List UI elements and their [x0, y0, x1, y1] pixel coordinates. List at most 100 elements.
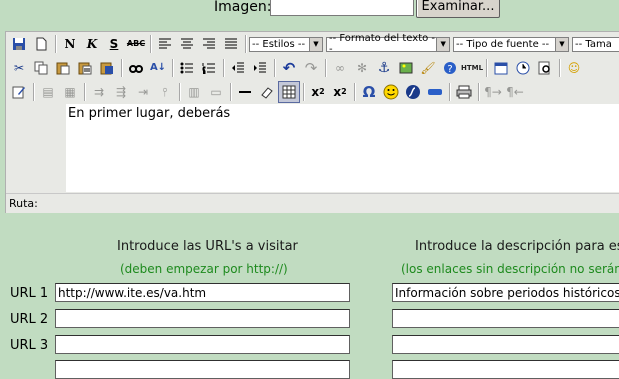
- insert-date-icon[interactable]: [491, 58, 511, 78]
- toolbar-separator: [325, 59, 326, 77]
- insert-col-icon[interactable]: ⫯: [155, 82, 175, 102]
- italic-icon[interactable]: K: [82, 34, 102, 54]
- toolbar-separator: [150, 35, 151, 53]
- copy-icon[interactable]: [31, 58, 51, 78]
- paste-word-icon[interactable]: [97, 58, 117, 78]
- indent-icon[interactable]: [250, 58, 270, 78]
- toolbar-separator: [172, 59, 173, 77]
- print-icon[interactable]: [454, 82, 474, 102]
- url-2-label: URL 2: [10, 312, 49, 327]
- ltr-icon[interactable]: ¶→: [483, 82, 503, 102]
- paste-text-icon[interactable]: [75, 58, 95, 78]
- toolbar-separator: [121, 59, 122, 77]
- editor-path-bar: Ruta:: [6, 193, 619, 212]
- visual-aid-table-icon[interactable]: [278, 81, 300, 103]
- insert-image-icon[interactable]: [396, 58, 416, 78]
- url-2-input[interactable]: [55, 309, 350, 328]
- table-row-props-icon[interactable]: ▤: [38, 82, 58, 102]
- insert-flash-icon[interactable]: [403, 82, 423, 102]
- paste-icon[interactable]: [53, 58, 73, 78]
- toolbar-row-2: ✂ A↓ ↶ ↷ ∞ ✻ ⚓ 🖌 ? HTML ☺: [8, 56, 585, 80]
- description-3-input[interactable]: [392, 335, 619, 354]
- description-4-input[interactable]: [392, 360, 619, 379]
- toolbar-separator: [559, 59, 560, 77]
- editor-content-area[interactable]: En primer lugar, deberás: [66, 104, 619, 192]
- split-cells-icon[interactable]: ▥: [184, 82, 204, 102]
- align-left-icon[interactable]: [155, 34, 175, 54]
- description-hint: (los enlaces sin descripción no serán g: [401, 262, 619, 276]
- eraser-icon[interactable]: [257, 82, 277, 102]
- bulleted-list-icon[interactable]: [177, 58, 197, 78]
- outdent-icon[interactable]: [228, 58, 248, 78]
- toolbar-separator: [55, 35, 56, 53]
- smiley-icon[interactable]: [381, 82, 401, 102]
- url-3-input[interactable]: [55, 335, 350, 354]
- new-page-icon[interactable]: [31, 34, 51, 54]
- redo-icon[interactable]: ↷: [301, 58, 321, 78]
- horizontal-rule-icon[interactable]: [235, 82, 255, 102]
- toolbar-separator: [245, 35, 246, 53]
- justify-icon[interactable]: [221, 34, 241, 54]
- help-icon[interactable]: ?: [440, 58, 460, 78]
- image-file-input[interactable]: [270, 0, 414, 16]
- emotion-icon[interactable]: ☺: [564, 58, 584, 78]
- align-right-icon[interactable]: [199, 34, 219, 54]
- urls-header: Introduce las URL's a visitar: [117, 239, 298, 254]
- url-1-label: URL 1: [10, 286, 49, 301]
- url-3-label: URL 3: [10, 338, 49, 353]
- delete-row-icon[interactable]: ⇥: [133, 82, 153, 102]
- url-4-input[interactable]: [55, 360, 350, 379]
- find-icon[interactable]: [126, 58, 146, 78]
- toolbar-separator: [230, 83, 231, 101]
- font-select[interactable]: -- Tipo de fuente -- ▼: [453, 36, 569, 52]
- clean-formatting-icon[interactable]: 🖌: [418, 58, 438, 78]
- replace-icon[interactable]: A↓: [148, 58, 168, 78]
- toolbar-separator: [223, 59, 224, 77]
- url-1-input[interactable]: http://www.ite.es/va.htm: [55, 283, 350, 302]
- merge-cells-icon[interactable]: ▭: [206, 82, 226, 102]
- toolbar-separator: [486, 59, 487, 77]
- size-select[interactable]: -- Tama: [572, 36, 619, 52]
- svg-text:?: ?: [447, 64, 452, 75]
- rtl-icon[interactable]: ¶←: [505, 82, 525, 102]
- format-select[interactable]: -- Formato del texto -- ▼: [326, 33, 450, 55]
- bold-icon[interactable]: N: [60, 34, 80, 54]
- path-label: Ruta:: [9, 197, 38, 210]
- toolbar-separator: [84, 83, 85, 101]
- browse-button[interactable]: Examinar...: [416, 0, 500, 18]
- chevron-down-icon: ▼: [555, 37, 568, 51]
- description-header: Introduce la descripción para esa: [415, 239, 619, 254]
- superscript-icon[interactable]: x2: [330, 82, 350, 102]
- description-1-input[interactable]: Información sobre periodos históricos: [392, 283, 619, 302]
- insert-row-after-icon[interactable]: ⇶: [111, 82, 131, 102]
- insert-time-icon[interactable]: [513, 58, 533, 78]
- subscript-icon[interactable]: x2: [308, 82, 328, 102]
- toolbar-separator: [274, 59, 275, 77]
- numbered-list-icon[interactable]: [199, 58, 219, 78]
- strikethrough-icon[interactable]: ABC: [126, 34, 146, 54]
- insert-layer-icon[interactable]: [425, 82, 445, 102]
- chevron-down-icon: ▼: [436, 37, 449, 51]
- unlink-icon[interactable]: ✻: [352, 58, 372, 78]
- preview-icon[interactable]: [535, 58, 555, 78]
- edit-css-icon[interactable]: [9, 82, 29, 102]
- table-cell-props-icon[interactable]: ▦: [60, 82, 80, 102]
- align-center-icon[interactable]: [177, 34, 197, 54]
- description-2-input[interactable]: [392, 309, 619, 328]
- html-source-icon[interactable]: HTML: [461, 58, 483, 78]
- editor-left-margin: [6, 104, 66, 190]
- toolbar-row-1: N K S ABC -- Estilos -- ▼ -- Formato del …: [8, 32, 619, 56]
- underline-icon[interactable]: S: [104, 34, 124, 54]
- save-icon[interactable]: [9, 34, 29, 54]
- special-char-icon[interactable]: Ω: [359, 82, 379, 102]
- anchor-icon[interactable]: ⚓: [374, 58, 394, 78]
- editor-text: En primer lugar, deberás: [68, 106, 231, 121]
- toolbar-separator: [478, 83, 479, 101]
- toolbar-separator: [303, 83, 304, 101]
- cut-icon[interactable]: ✂: [9, 58, 29, 78]
- toolbar-separator: [354, 83, 355, 101]
- link-icon[interactable]: ∞: [330, 58, 350, 78]
- undo-icon[interactable]: ↶: [279, 58, 299, 78]
- insert-row-before-icon[interactable]: ⇉: [89, 82, 109, 102]
- style-select[interactable]: -- Estilos -- ▼: [249, 36, 323, 52]
